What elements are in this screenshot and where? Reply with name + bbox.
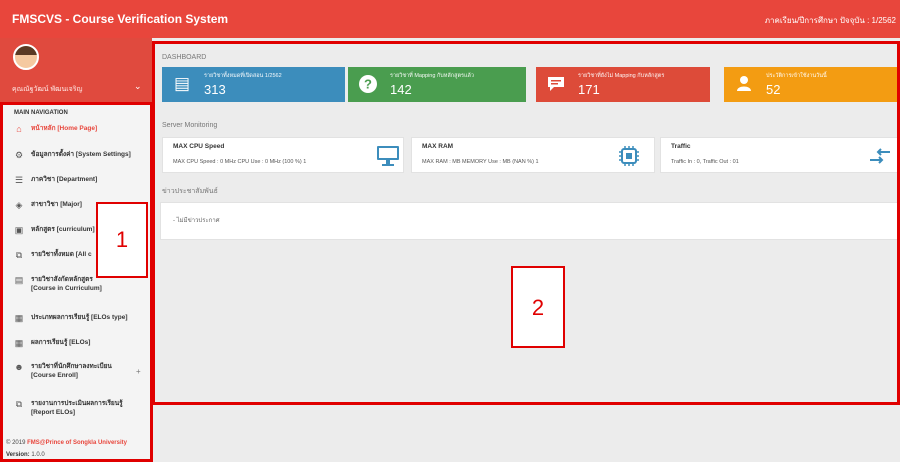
sidebar-item-label: ผลการเรียนรู้ [ELOs] bbox=[31, 339, 91, 346]
stat-label: ประวัติการเข้าใช้งานวันนี้ bbox=[766, 73, 827, 79]
monitor-detail: MAX CPU Speed : 0 MHz CPU Use : 0 MHz (1… bbox=[173, 159, 307, 165]
sidebar-item-label: รายวิชาสังกัดหลักสูตร [Course in Curricul… bbox=[31, 276, 102, 292]
monitor-detail: MAX RAM : MB MEMORY Use : MB (NAN %) 1 bbox=[422, 159, 539, 165]
news-card: - ไม่มีข่าวประกาศ bbox=[160, 202, 898, 240]
sidebar-item-home[interactable]: ⌂ หน้าหลัก [Home Page] bbox=[0, 118, 152, 142]
stat-value: 313 bbox=[204, 82, 226, 97]
stat-value: 52 bbox=[766, 82, 781, 97]
monitor-traffic: Traffic Traffic In : 0, Traffic Out : 01 bbox=[660, 137, 898, 173]
stat-total-courses[interactable]: ▤ รายวิชาทั้งหมดที่เปิดสอน 1/2562 313 bbox=[162, 67, 345, 102]
server-monitoring-title: Server Monitoring bbox=[162, 122, 218, 129]
svg-text:?: ? bbox=[364, 77, 372, 92]
traffic-icon bbox=[870, 148, 890, 164]
chip-icon bbox=[619, 146, 639, 166]
stat-value: 171 bbox=[578, 82, 600, 97]
monitor-title: MAX CPU Speed bbox=[173, 143, 225, 150]
copy-icon: ⧉ bbox=[15, 399, 23, 409]
annotation-label-2: 2 bbox=[511, 266, 565, 348]
stat-today-visits[interactable]: ประวัติการเข้าใช้งานวันนี้ 52 bbox=[724, 67, 898, 102]
footer-org-link[interactable]: FMS@Prince of Songkla University bbox=[27, 440, 127, 446]
sidebar-item-department[interactable]: ☰ ภาควิชา [Department] bbox=[0, 169, 152, 193]
sidebar-item-report-elos[interactable]: ⧉ รายงานการประเมินผลการเรียนรู้ [Report E… bbox=[0, 393, 152, 423]
app-title[interactable]: FMSCVS - Course Verification System bbox=[12, 12, 228, 26]
copy-icon: ⧉ bbox=[15, 250, 23, 260]
document-icon: ▤ bbox=[14, 275, 24, 285]
question-circle-icon: ? bbox=[358, 74, 378, 94]
dashboard-title: DASHBOARD bbox=[162, 54, 207, 61]
sidebar-item-label: ภาควิชา [Department] bbox=[31, 176, 98, 183]
sidebar-item-elos-type[interactable]: ▦ ประเภทผลการเรียนรู้ [ELOs type] bbox=[0, 307, 152, 331]
plus-icon[interactable]: + bbox=[136, 367, 141, 376]
stat-label: รายวิชาที่ยังไม่ Mapping กับหลักสูตร bbox=[578, 73, 665, 79]
chat-icon bbox=[546, 74, 566, 94]
sidebar-item-elos[interactable]: ▦ ผลการเรียนรู้ [ELOs] bbox=[0, 332, 152, 356]
monitor-icon bbox=[377, 146, 399, 166]
layers-icon: ◈ bbox=[15, 200, 23, 210]
sidebar-item-label: สาขาวิชา [Major] bbox=[31, 201, 82, 208]
sidebar-item-label: รายวิชาที่นักศึกษาลงทะเบียน [Course Enrol… bbox=[31, 363, 112, 379]
news-title: ข่าวประชาสัมพันธ์ bbox=[162, 188, 218, 195]
stat-unmapped-courses[interactable]: รายวิชาที่ยังไม่ Mapping กับหลักสูตร 171 bbox=[536, 67, 710, 102]
book-icon: ▣ bbox=[14, 225, 24, 235]
stat-mapped-courses[interactable]: ? รายวิชาที่ Mapping กับหลักสูตรแล้ว 142 bbox=[348, 67, 526, 102]
stat-label: รายวิชาที่ Mapping กับหลักสูตรแล้ว bbox=[390, 73, 474, 79]
list-icon: ☰ bbox=[14, 175, 24, 185]
sidebar-item-label: หน้าหลัก [Home Page] bbox=[31, 125, 98, 132]
current-semester: ภาคเรียน/ปีการศึกษา ปัจจุบัน : 1/2562 bbox=[764, 16, 896, 25]
grid-icon: ▦ bbox=[14, 338, 24, 348]
sidebar-item-label: ประเภทผลการเรียนรู้ [ELOs type] bbox=[31, 314, 128, 321]
sidebar-item-course-enroll[interactable]: ☻ รายวิชาที่นักศึกษาลงทะเบียน [Course Enr… bbox=[0, 356, 152, 386]
user-panel[interactable]: คุณณัฐวัฒน์ พัฒนเจริญ ⌄ bbox=[0, 38, 152, 102]
monitor-ram: MAX RAM MAX RAM : MB MEMORY Use : MB (NA… bbox=[411, 137, 655, 173]
top-header-bar: FMSCVS - Course Verification System ภาคเ… bbox=[0, 0, 900, 38]
user-add-icon: ☻ bbox=[14, 362, 24, 372]
user-icon bbox=[734, 74, 754, 94]
user-name: คุณณัฐวัฒน์ พัฒนเจริญ bbox=[12, 86, 83, 93]
footer-copyright: © 2019 FMS@Prince of Songkla University bbox=[6, 440, 127, 446]
annotation-label-1: 1 bbox=[96, 202, 148, 278]
main-content: DASHBOARD ▤ รายวิชาทั้งหมดที่เปิดสอน 1/2… bbox=[152, 38, 900, 462]
stat-label: รายวิชาทั้งหมดที่เปิดสอน 1/2562 bbox=[204, 73, 282, 79]
sidebar-item-system-settings[interactable]: ⚙ ข้อมูลการตั้งค่า [System Settings] bbox=[0, 144, 152, 168]
sidebar-item-label: รายงานการประเมินผลการเรียนรู้ [Report ELO… bbox=[31, 400, 123, 416]
news-text: - ไม่มีข่าวประกาศ bbox=[173, 218, 220, 224]
sidebar-item-label: ข้อมูลการตั้งค่า [System Settings] bbox=[31, 151, 131, 158]
monitor-title: Traffic bbox=[671, 143, 691, 150]
footer-version: Version: 1.0.0 bbox=[6, 452, 45, 458]
chevron-down-icon[interactable]: ⌄ bbox=[134, 81, 142, 92]
monitor-title: MAX RAM bbox=[422, 143, 454, 150]
avatar bbox=[13, 44, 39, 70]
sidebar-item-label: รายวิชาทั้งหมด [All c bbox=[31, 251, 92, 258]
nav-header: MAIN NAVIGATION bbox=[14, 110, 68, 116]
gear-icon: ⚙ bbox=[14, 150, 24, 160]
list-alt-icon: ▤ bbox=[173, 74, 191, 93]
sidebar-item-label: หลักสูตร [curriculum] bbox=[31, 226, 95, 233]
monitor-detail: Traffic In : 0, Traffic Out : 01 bbox=[671, 159, 739, 165]
grid-icon: ▦ bbox=[14, 313, 24, 323]
stat-value: 142 bbox=[390, 82, 412, 97]
monitor-cpu: MAX CPU Speed MAX CPU Speed : 0 MHz CPU … bbox=[162, 137, 404, 173]
home-icon: ⌂ bbox=[16, 124, 22, 134]
